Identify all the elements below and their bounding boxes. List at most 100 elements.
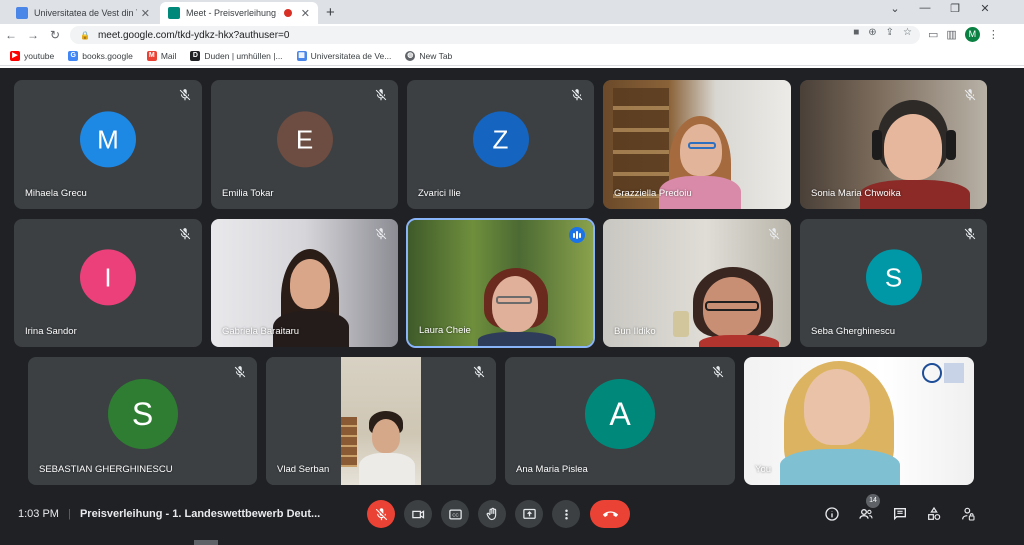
minimize-button[interactable]: — [910, 2, 940, 14]
closed-captions-icon: CC [448, 509, 462, 519]
zoom-icon[interactable]: ⊕ [868, 27, 876, 38]
chat-button[interactable] [890, 504, 910, 524]
menu-kebab-icon[interactable]: ⋮ [988, 28, 999, 41]
participant-tile[interactable]: M Mihaela Grecu [14, 80, 202, 209]
svg-text:CC: CC [452, 512, 458, 517]
taskbar-edge [194, 540, 218, 545]
mic-off-icon [179, 89, 191, 101]
mic-off-icon [375, 89, 387, 101]
duden-icon: D [190, 50, 201, 61]
browser-toolbar: ← → ↻ 🔒 meet.google.com/tkd-ydkz-hkx?aut… [0, 24, 1024, 46]
participant-name: Seba Gherghinescu [811, 326, 895, 337]
bookmark-label: Duden | umhüllen |... [204, 50, 283, 61]
mic-off-icon [234, 366, 246, 378]
close-window-button[interactable]: ✕ [970, 2, 1000, 15]
youtube-icon: ▶ [10, 50, 20, 61]
raise-hand-button[interactable] [478, 500, 506, 528]
participant-tile[interactable]: A Ana Maria Pislea [505, 357, 735, 485]
tab-search-icon[interactable]: ⌄ [880, 2, 910, 15]
bookmark-star-icon[interactable]: ☆ [903, 27, 912, 38]
close-tab-icon[interactable]: ✕ [301, 7, 310, 20]
tab-strip: Universitatea de Vest din Timișoa ✕ Meet… [0, 0, 1024, 24]
participant-tile[interactable]: I Irina Sandor [14, 219, 202, 347]
lock-icon: 🔒 [80, 30, 90, 40]
microphone-toggle-button[interactable] [367, 500, 395, 528]
participant-video-tile[interactable]: Grazziella Predoiu [603, 80, 791, 209]
meeting-info: 1:03 PM | Preisverleihung - 1. Landeswet… [18, 508, 321, 520]
participant-name: You [755, 464, 772, 475]
participant-tile[interactable]: Z Zvarici Ilie [407, 80, 594, 209]
bookmark-universitatea[interactable]: ▦ Universitatea de Ve... [296, 50, 392, 61]
tab-universitatea[interactable]: Universitatea de Vest din Timișoa ✕ [8, 2, 158, 24]
bookmark-mail[interactable]: M Mail [146, 50, 176, 61]
participant-name: Vlad Serban [277, 464, 330, 475]
cast-icon[interactable]: ▭ [928, 28, 938, 41]
camera-toggle-button[interactable] [404, 500, 432, 528]
back-arrow-icon[interactable]: ← [0, 28, 22, 42]
bookmark-label: Universitatea de Ve... [310, 50, 392, 61]
participant-tile[interactable]: E Emilia Tokar [211, 80, 398, 209]
recording-icon [283, 9, 292, 17]
avatar: M [80, 110, 136, 167]
participant-name: Ana Maria Pislea [516, 464, 588, 475]
participant-video-tile[interactable]: Vlad Serban [266, 357, 496, 485]
bookmark-new-tab[interactable]: ◍ New Tab [405, 50, 452, 61]
tab-title: Universitatea de Vest din Timișoa [34, 8, 137, 18]
bookmark-books-google[interactable]: Gbooks.google [68, 50, 133, 61]
self-video-tile[interactable]: You [744, 357, 974, 485]
logo-watermark [922, 363, 966, 385]
participant-count-badge: 14 [866, 494, 880, 508]
bookmark-youtube[interactable]: ▶ youtube [10, 50, 55, 61]
mic-off-icon [964, 228, 976, 240]
avatar: I [80, 249, 136, 306]
google-icon: G [68, 50, 79, 61]
avatar: E [276, 110, 333, 167]
address-bar[interactable]: 🔒 meet.google.com/tkd-ydkz-hkx?authuser=… [70, 26, 920, 44]
participant-name: Mihaela Grecu [25, 188, 87, 199]
mic-off-icon [375, 507, 387, 520]
meet-favicon-icon [168, 7, 180, 19]
participant-video-tile[interactable]: Gabriela Baraitaru [211, 219, 398, 347]
more-options-button[interactable] [552, 500, 580, 528]
share-icon[interactable]: ⇪ [886, 27, 894, 38]
camera-icon[interactable]: ■ [853, 27, 859, 38]
participant-tile[interactable]: S Seba Gherghinescu [800, 219, 987, 347]
meeting-details-button[interactable] [822, 504, 842, 524]
mic-off-icon [179, 228, 191, 240]
present-icon [522, 508, 536, 519]
bookmark-label: youtube [24, 50, 55, 61]
participant-name: Irina Sandor [25, 326, 77, 337]
participant-name: Emilia Tokar [222, 188, 274, 199]
captions-button[interactable]: CC [441, 500, 469, 528]
reload-icon[interactable]: ↻ [44, 28, 66, 42]
activities-button[interactable] [924, 504, 944, 524]
participant-video-tile[interactable]: Bun Ildiko [603, 219, 791, 347]
leave-call-button[interactable] [590, 500, 630, 528]
mic-off-icon [712, 366, 724, 378]
present-screen-button[interactable] [515, 500, 543, 528]
mail-icon: M [146, 50, 157, 61]
participant-name: Bun Ildiko [614, 326, 656, 337]
close-tab-icon[interactable]: ✕ [141, 7, 150, 20]
people-icon [859, 509, 873, 519]
bookmark-label: books.google [82, 50, 133, 61]
video-feed [744, 357, 974, 485]
tab-meet[interactable]: Meet - Preisverleihung - 1. L ✕ [160, 2, 318, 24]
videocam-icon [411, 509, 424, 519]
participant-video-tile[interactable]: Sonia Maria Chwoika [800, 80, 987, 209]
mic-off-icon [375, 228, 387, 240]
profile-avatar[interactable]: M [964, 27, 980, 42]
side-panel-icon[interactable]: ▥ [946, 28, 956, 41]
bookmark-duden[interactable]: D Duden | umhüllen |... [190, 50, 283, 61]
participant-name: Grazziella Predoiu [614, 188, 692, 199]
participant-tile[interactable]: S SEBASTIAN GHERGHINESCU [28, 357, 257, 485]
participant-video-tile-active-speaker[interactable]: Laura Cheie [406, 218, 595, 348]
host-controls-button[interactable] [958, 504, 978, 524]
forward-arrow-icon[interactable]: → [22, 28, 44, 42]
meeting-time: 1:03 PM [18, 508, 59, 520]
restore-button[interactable]: ❐ [940, 2, 970, 15]
calendar-icon: ▦ [296, 50, 307, 61]
browser-window: Universitatea de Vest din Timișoa ✕ Meet… [0, 0, 1024, 68]
info-icon [825, 507, 839, 521]
new-tab-button[interactable]: + [326, 4, 335, 21]
